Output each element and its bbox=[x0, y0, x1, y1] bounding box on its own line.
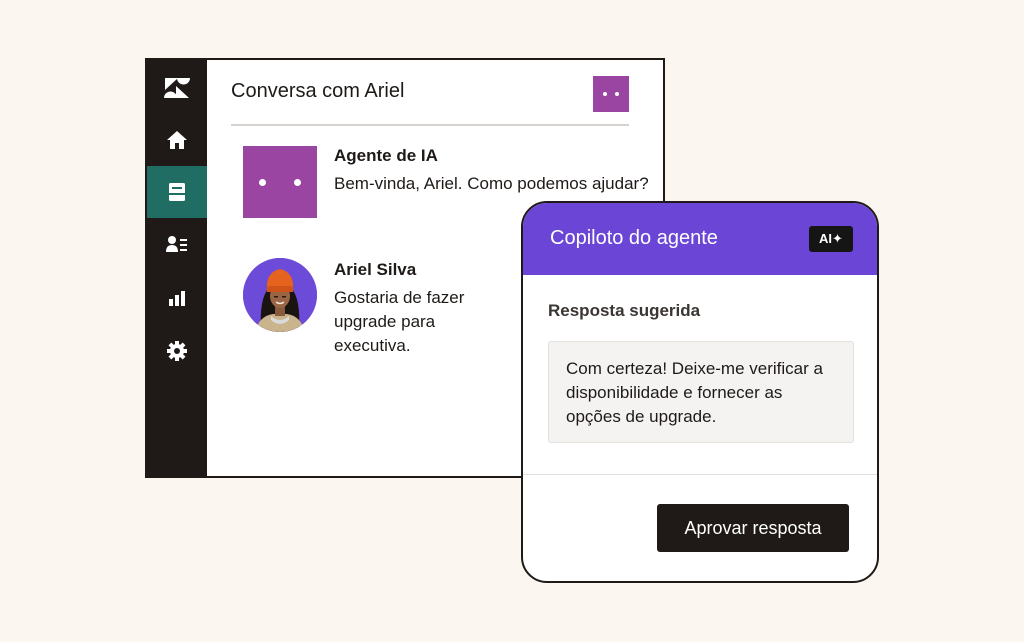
home-icon[interactable] bbox=[147, 114, 207, 166]
zendesk-logo-icon[interactable] bbox=[147, 62, 207, 114]
bot-eye-icon bbox=[259, 179, 266, 186]
ai-badge: AI✦ bbox=[809, 226, 853, 252]
bot-eye-icon bbox=[615, 92, 619, 96]
copilot-title: Copiloto do agente bbox=[550, 227, 718, 249]
copilot-header: Copiloto do agente AI✦ bbox=[523, 203, 877, 275]
message-sender: Ariel Silva bbox=[334, 260, 417, 279]
agent-copilot-panel: Copiloto do agente AI✦ Resposta sugerida… bbox=[521, 201, 879, 583]
bot-eye-icon bbox=[294, 179, 301, 186]
bar-chart-icon[interactable] bbox=[147, 272, 207, 324]
divider bbox=[523, 474, 877, 475]
gear-icon[interactable] bbox=[147, 325, 207, 377]
suggested-reply-label: Resposta sugerida bbox=[548, 301, 701, 320]
bot-avatar bbox=[243, 146, 317, 218]
suggested-reply-text: Com certeza! Deixe-me verificar a dispon… bbox=[548, 341, 854, 443]
message-text: Gostaria de fazer upgrade para executiva… bbox=[334, 288, 465, 355]
sidebar bbox=[147, 60, 207, 476]
inbox-icon[interactable] bbox=[147, 166, 207, 218]
bot-avatar bbox=[593, 76, 629, 112]
approve-reply-button[interactable]: Aprovar resposta bbox=[657, 504, 849, 552]
message-text: Bem-vinda, Ariel. Como podemos ajudar? bbox=[334, 174, 649, 193]
divider bbox=[231, 124, 629, 126]
user-photo-avatar bbox=[243, 258, 317, 332]
contacts-icon[interactable] bbox=[147, 218, 207, 270]
message-sender: Agente de IA bbox=[334, 146, 438, 165]
bot-eye-icon bbox=[603, 92, 607, 96]
page-title: Conversa com Ariel bbox=[231, 80, 405, 102]
